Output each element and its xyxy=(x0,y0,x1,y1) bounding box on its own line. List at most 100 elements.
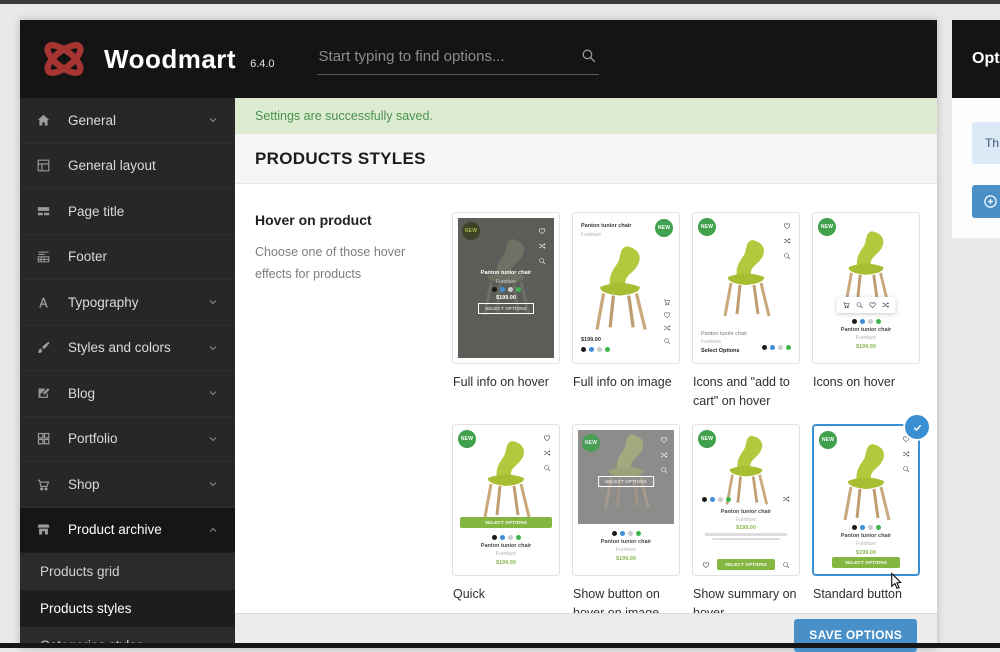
blog-icon xyxy=(36,386,51,401)
choice-label: Icons on hover xyxy=(813,375,895,389)
swatch xyxy=(499,535,505,540)
wishlist-icon xyxy=(869,301,877,309)
chair-image xyxy=(843,442,891,522)
sidebar-item-general[interactable]: General xyxy=(20,98,235,144)
hover-style-choices: NEW Panton tunior chair Furniture $199.0… xyxy=(452,212,929,636)
secondary-panel-body: Th xyxy=(952,98,1000,238)
quickview-icon xyxy=(783,252,791,260)
product-price: $199.00 xyxy=(736,525,756,531)
secondary-panel-header: Opt xyxy=(952,20,1000,98)
color-swatches xyxy=(611,531,641,536)
product-category: Furniture xyxy=(495,278,516,285)
preview-card: NEW SELECT OPTIONS Panton tunior chair F… xyxy=(572,424,680,576)
product-name: Panton tunior chair xyxy=(840,532,892,539)
color-swatches xyxy=(851,319,881,324)
price-swatches: $199.00 xyxy=(581,337,610,352)
quickview-icon xyxy=(538,257,546,265)
quickview-icon xyxy=(663,337,671,345)
product-name: Panton tunior chair xyxy=(720,509,772,515)
wishlist-icon xyxy=(538,227,546,235)
color-swatches xyxy=(581,347,610,352)
quickview-icon xyxy=(902,465,910,473)
search-icon[interactable] xyxy=(580,47,597,64)
choice-label: Full info on image xyxy=(573,375,672,389)
sidebar-subitem-label: Products grid xyxy=(40,564,120,579)
choice-icons-on-hover[interactable]: NEW Panton tunior chair Furniture $199.0… xyxy=(812,212,920,424)
chevron-down-icon xyxy=(207,296,219,308)
preview-card: NEW Panton tunior chair Furniture $199.0… xyxy=(812,415,929,576)
info-note: Th xyxy=(972,122,1000,164)
sidebar-item-shop[interactable]: Shop xyxy=(20,462,235,508)
swatch xyxy=(762,345,767,350)
swatch xyxy=(726,496,731,502)
color-swatches xyxy=(491,287,521,292)
plus-circle-icon xyxy=(983,194,998,209)
sidebar-subitem-products-grid[interactable]: Products grid xyxy=(20,553,235,590)
color-swatches xyxy=(702,496,731,502)
preview-card: Panton tunior chair Furniture NEW $199.0… xyxy=(572,212,680,364)
swatch xyxy=(702,496,707,502)
compare-icon xyxy=(660,451,668,459)
wishlist-icon xyxy=(543,434,551,442)
chair-image xyxy=(723,238,771,318)
color-swatches xyxy=(491,535,521,540)
add-button[interactable] xyxy=(972,185,1000,218)
product-price: $199.00 xyxy=(856,549,876,556)
choice-label: Full info on hover xyxy=(453,375,549,389)
choice-show-button-on-hover-on-image[interactable]: NEW SELECT OPTIONS Panton tunior chair F… xyxy=(572,424,680,636)
product-info: Panton tunior chair Furniture $199.00 SE… xyxy=(458,270,554,314)
brand-title: Woodmart xyxy=(104,43,237,74)
choice-quick[interactable]: NEW SELECT OPTIONS Panton tunior chair F… xyxy=(452,424,560,636)
sidebar-item-typography[interactable]: Typography xyxy=(20,280,235,326)
sidebar-item-footer[interactable]: Footer xyxy=(20,235,235,281)
swatch xyxy=(499,287,505,292)
choice-full-info-on-image[interactable]: Panton tunior chair Furniture NEW $199.0… xyxy=(572,212,680,424)
settings-sidebar: General General layout Page title Footer… xyxy=(20,98,235,648)
product-icons xyxy=(538,227,546,265)
brush-icon xyxy=(36,340,51,355)
theme-header: Woodmart 6.4.0 xyxy=(20,20,937,98)
product-name: Panton tunior chair xyxy=(701,331,748,337)
swatch xyxy=(605,347,610,352)
hover-overlay: NEW SELECT OPTIONS xyxy=(578,430,674,524)
sidebar-item-page-title[interactable]: Page title xyxy=(20,189,235,235)
sidebar-item-styles-and-colors[interactable]: Styles and colors xyxy=(20,326,235,372)
secondary-options-panel: Opt Th xyxy=(952,20,1000,648)
product-icons xyxy=(902,435,910,473)
sidebar-subitem-products-styles[interactable]: Products styles xyxy=(20,590,235,627)
success-banner: Settings are successfully saved. xyxy=(235,98,937,134)
chevron-down-icon xyxy=(207,478,219,490)
swatch xyxy=(710,496,715,502)
sidebar-item-label: Blog xyxy=(68,385,96,401)
color-swatches xyxy=(762,345,791,350)
choice-standard-button[interactable]: NEW Panton tunior chair Furniture $199.0… xyxy=(812,415,929,636)
search-input[interactable] xyxy=(316,43,599,75)
product-info: Panton tunior chair Furniture $199.00 xyxy=(813,319,919,350)
sidebar-item-label: Styles and colors xyxy=(68,340,171,356)
option-label-column: Hover on product Choose one of those hov… xyxy=(255,212,452,636)
swatch xyxy=(515,287,521,292)
product-name: Panton tunior chair xyxy=(480,542,532,549)
new-badge: NEW xyxy=(458,430,476,448)
cart-icon xyxy=(36,477,51,492)
hover-option-row: Hover on product Choose one of those hov… xyxy=(235,184,937,636)
choice-full-info-on-hover[interactable]: NEW Panton tunior chair Furniture $199.0… xyxy=(452,212,560,424)
select-options-link: Select Options xyxy=(701,348,740,354)
swatch xyxy=(619,531,625,536)
product-name: Panton tunior chair xyxy=(600,538,652,545)
sidebar-item-blog[interactable]: Blog xyxy=(20,371,235,417)
new-badge: NEW xyxy=(462,222,480,240)
product-category: Furniture xyxy=(701,339,722,345)
chevron-down-icon xyxy=(207,114,219,126)
option-name: Hover on product xyxy=(255,212,372,228)
compare-icon xyxy=(882,301,890,309)
quickview-icon xyxy=(782,561,790,569)
choice-icons-add-to-cart-on-hover[interactable]: NEW Panton tunior chair Furniture Select… xyxy=(692,212,800,424)
sidebar-item-portfolio[interactable]: Portfolio xyxy=(20,417,235,463)
swatch xyxy=(851,319,857,324)
sidebar-item-product-archive[interactable]: Product archive xyxy=(20,507,235,553)
sidebar-item-general-layout[interactable]: General layout xyxy=(20,144,235,190)
mouse-cursor xyxy=(891,572,902,590)
choice-show-summary-on-hover[interactable]: NEW Panton tunior chair Furniture $199.0… xyxy=(692,424,800,636)
choice-label: Icons and "add to cart" on hover xyxy=(693,375,790,408)
